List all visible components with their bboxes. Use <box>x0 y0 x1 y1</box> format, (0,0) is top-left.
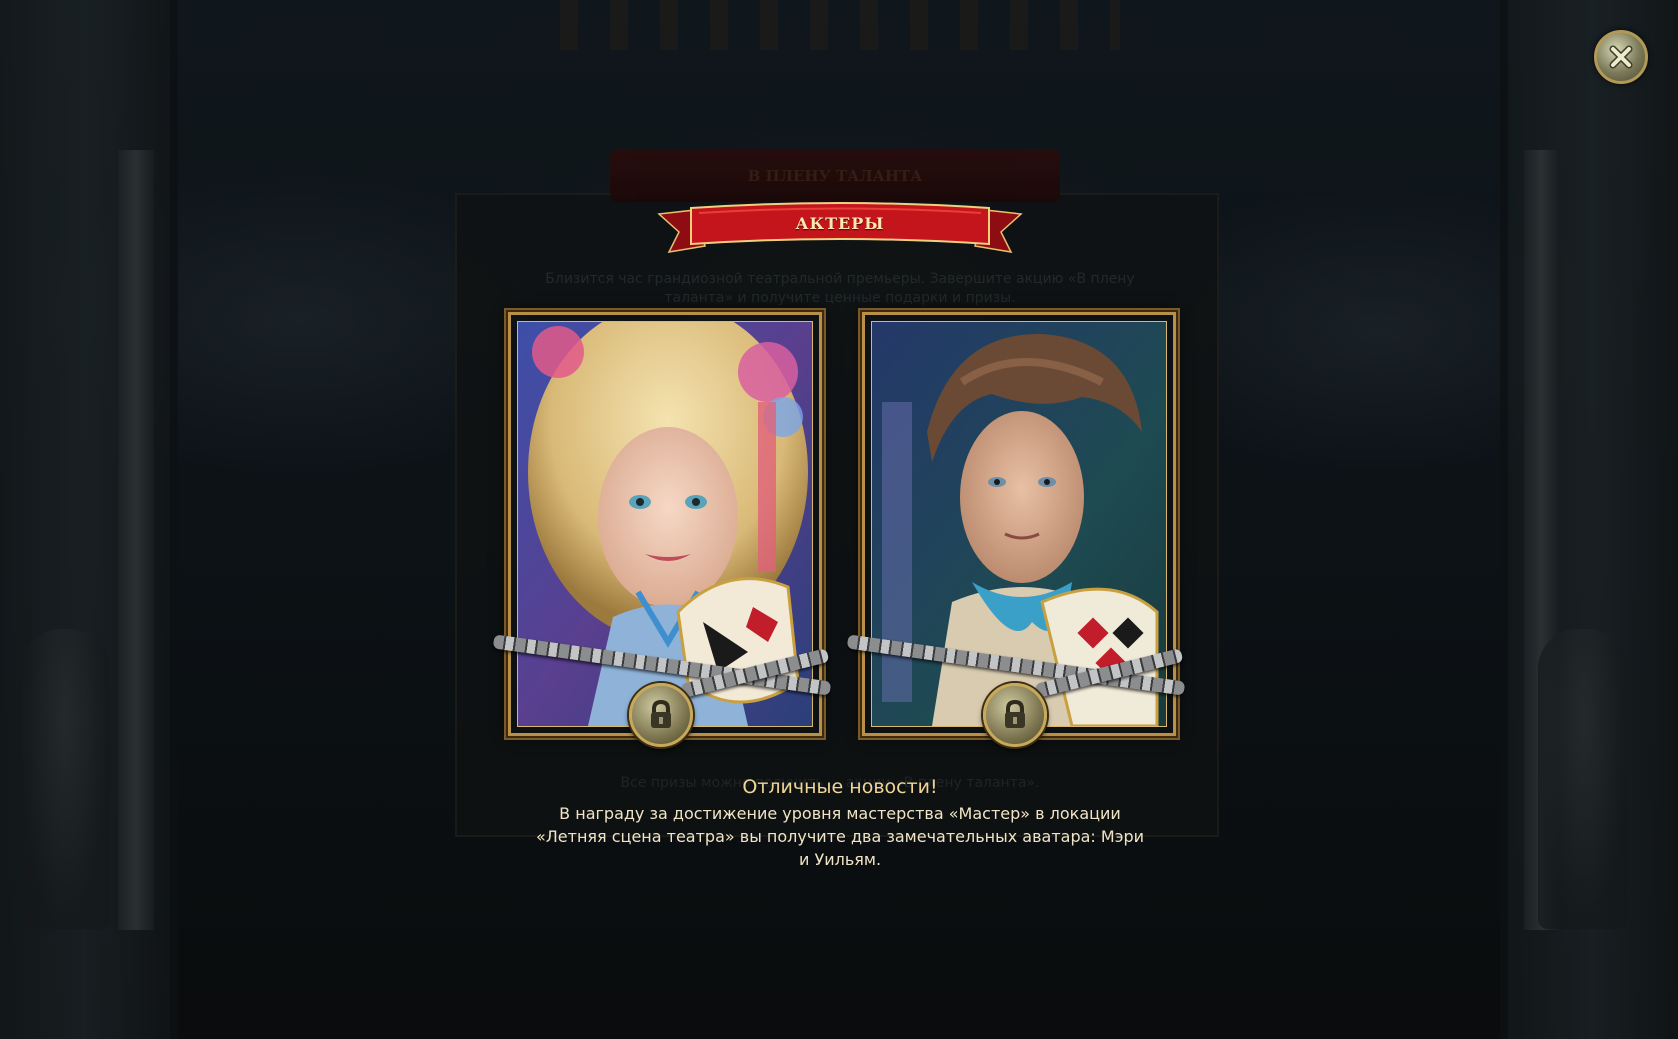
event-panel-description: Близится час грандиозной театральной пре… <box>545 271 1135 306</box>
padlock-icon <box>651 699 671 728</box>
message-title: Отличные новости! <box>742 776 938 798</box>
game-background: В ПЛЕНУ ТАЛАНТА Близится час грандиозной… <box>0 0 1678 1039</box>
message-body: В награду за достижение уровня мастерств… <box>535 804 1145 869</box>
left-statue <box>20 629 110 929</box>
title-ribbon: АКТЕРЫ <box>655 200 1025 264</box>
right-statue <box>1538 629 1628 929</box>
ribbon-title: АКТЕРЫ <box>795 214 885 233</box>
padlock-icon <box>1005 699 1025 728</box>
padlock-left <box>629 683 693 747</box>
reward-message: Отличные новости! В награду за достижени… <box>530 776 1150 871</box>
left-column <box>118 150 154 930</box>
event-panel-ribbon: В ПЛЕНУ ТАЛАНТА <box>610 150 1060 202</box>
bunting-flags <box>560 0 1120 50</box>
close-icon <box>1609 45 1633 69</box>
close-button[interactable] <box>1594 30 1648 84</box>
padlock-right <box>983 683 1047 747</box>
